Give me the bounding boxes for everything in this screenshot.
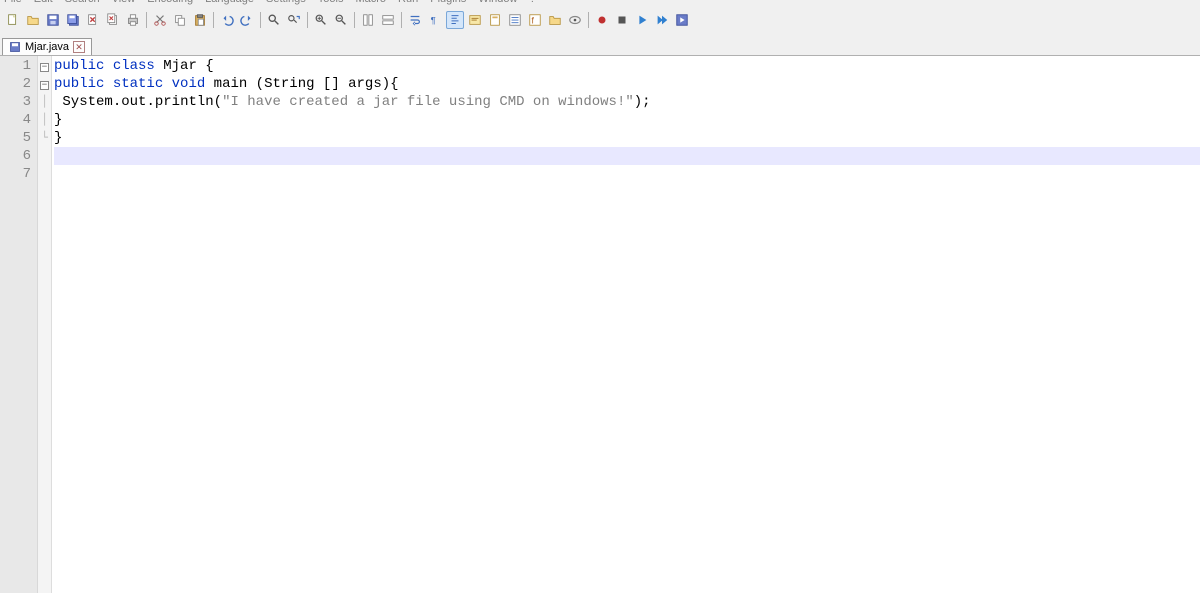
code-line: public class Mjar {	[54, 57, 1200, 75]
separator	[354, 12, 355, 28]
fold-marker[interactable]: −	[38, 57, 51, 75]
close-icon[interactable]	[84, 11, 102, 29]
menu-settings[interactable]: Settings	[266, 0, 306, 5]
tab-mjar-java[interactable]: Mjar.java ✕	[2, 38, 92, 55]
code-line: public static void main (String [] args)…	[54, 75, 1200, 93]
code-line: System.out.println("I have created a jar…	[54, 93, 1200, 111]
close-all-icon[interactable]	[104, 11, 122, 29]
menu-bar: File Edit Search View Encoding Language …	[0, 0, 1200, 8]
redo-icon[interactable]	[238, 11, 256, 29]
separator	[260, 12, 261, 28]
paste-icon[interactable]	[191, 11, 209, 29]
tab-bar: Mjar.java ✕	[0, 32, 1200, 56]
tab-label: Mjar.java	[25, 41, 69, 53]
toolbar: ¶ f	[0, 8, 1200, 32]
fold-marker[interactable]: −	[38, 75, 51, 93]
line-number: 1	[0, 57, 37, 75]
stop-macro-icon[interactable]	[613, 11, 631, 29]
menu-view[interactable]: View	[112, 0, 136, 5]
menu-tools[interactable]: Tools	[318, 0, 344, 5]
open-file-icon[interactable]	[24, 11, 42, 29]
line-number: 6	[0, 147, 37, 165]
fold-column: − − │ │ └	[38, 56, 52, 593]
find-icon[interactable]	[265, 11, 283, 29]
save-icon[interactable]	[44, 11, 62, 29]
save-macro-icon[interactable]	[673, 11, 691, 29]
separator	[146, 12, 147, 28]
userlang-icon[interactable]	[466, 11, 484, 29]
menu-run[interactable]: Run	[398, 0, 418, 5]
tab-close-icon[interactable]: ✕	[73, 41, 85, 53]
funclist-icon[interactable]: f	[526, 11, 544, 29]
separator	[401, 12, 402, 28]
play-macro-icon[interactable]	[633, 11, 651, 29]
showall-icon[interactable]: ¶	[426, 11, 444, 29]
menu-edit[interactable]: Edit	[34, 0, 53, 5]
code-area[interactable]: public class Mjar { public static void m…	[52, 56, 1200, 593]
line-number: 5	[0, 129, 37, 147]
zoom-out-icon[interactable]	[332, 11, 350, 29]
line-number: 3	[0, 93, 37, 111]
sync-hscroll-icon[interactable]	[379, 11, 397, 29]
code-line: }	[54, 129, 1200, 147]
separator	[213, 12, 214, 28]
monitor-icon[interactable]	[566, 11, 584, 29]
file-icon	[9, 41, 21, 53]
folder-workspace-icon[interactable]	[546, 11, 564, 29]
sync-vscroll-icon[interactable]	[359, 11, 377, 29]
separator	[307, 12, 308, 28]
fold-end: └	[38, 129, 51, 147]
menu-plugins[interactable]: Plugins	[430, 0, 466, 5]
menu-file[interactable]: File	[4, 0, 22, 5]
line-number: 4	[0, 111, 37, 129]
undo-icon[interactable]	[218, 11, 236, 29]
menu-window[interactable]: Window	[478, 0, 517, 5]
line-number: 2	[0, 75, 37, 93]
line-number: 7	[0, 165, 37, 183]
record-macro-icon[interactable]	[593, 11, 611, 29]
menu-search[interactable]: Search	[65, 0, 100, 5]
code-line-current	[54, 147, 1200, 165]
menu-language[interactable]: Language	[205, 0, 254, 5]
editor-area: 1 2 3 4 5 6 7 − − │ │ └ public class Mja…	[0, 56, 1200, 593]
cut-icon[interactable]	[151, 11, 169, 29]
fold-line: │	[38, 93, 51, 111]
copy-icon[interactable]	[171, 11, 189, 29]
separator	[588, 12, 589, 28]
new-file-icon[interactable]	[4, 11, 22, 29]
line-number-gutter: 1 2 3 4 5 6 7	[0, 56, 38, 593]
svg-text:¶: ¶	[431, 16, 436, 27]
zoom-in-icon[interactable]	[312, 11, 330, 29]
wordwrap-icon[interactable]	[406, 11, 424, 29]
code-line	[54, 165, 1200, 183]
code-line: }	[54, 111, 1200, 129]
menu-macro[interactable]: Macro	[355, 0, 386, 5]
menu-encoding[interactable]: Encoding	[147, 0, 193, 5]
docmap-icon[interactable]	[486, 11, 504, 29]
playmulti-macro-icon[interactable]	[653, 11, 671, 29]
indent-guide-icon[interactable]	[446, 11, 464, 29]
fold-line: │	[38, 111, 51, 129]
print-icon[interactable]	[124, 11, 142, 29]
doclist-icon[interactable]	[506, 11, 524, 29]
save-all-icon[interactable]	[64, 11, 82, 29]
menu-help[interactable]: ?	[529, 0, 535, 5]
replace-icon[interactable]	[285, 11, 303, 29]
